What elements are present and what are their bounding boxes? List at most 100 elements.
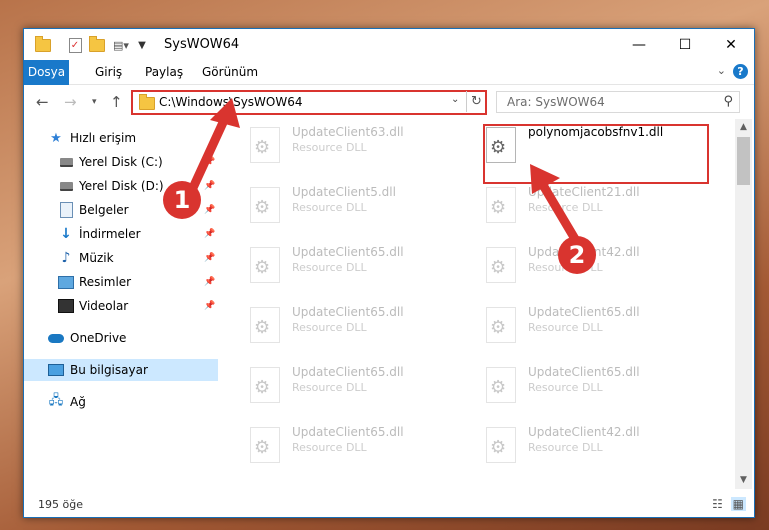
step-badge-1: 1: [163, 181, 201, 219]
disk-icon: [58, 178, 74, 194]
sidebar-item-network[interactable]: 🖧 Ağ: [24, 391, 218, 413]
list-item[interactable]: UpdateClient65.dll Resource DLL: [480, 301, 710, 353]
sidebar-item-label: Belgeler: [79, 203, 129, 217]
sidebar-item-label: Hızlı erişim: [70, 131, 137, 145]
maximize-button[interactable]: ☐: [662, 29, 708, 60]
file-type: Resource DLL: [292, 141, 367, 154]
music-icon: ♪: [61, 250, 71, 266]
sidebar-item-label: Ağ: [70, 395, 86, 409]
forward-arrow-icon[interactable]: →: [64, 93, 77, 111]
sidebar-item-videos[interactable]: Videolar 📌: [24, 295, 218, 317]
folder-icon: [139, 94, 155, 110]
pin-icon[interactable]: 📌: [204, 277, 215, 287]
dll-file-icon: [250, 187, 282, 223]
sidebar-item-label: OneDrive: [70, 331, 127, 345]
scrollbar-thumb[interactable]: [737, 137, 750, 185]
list-item[interactable]: UpdateClient65.dll Resource DLL: [480, 361, 710, 413]
details-view-icon[interactable]: ☷: [712, 497, 723, 511]
sidebar-item-pictures[interactable]: Resimler 📌: [24, 271, 218, 293]
tab-view[interactable]: Görünüm: [196, 60, 264, 84]
tab-home[interactable]: Giriş: [89, 60, 128, 84]
file-type: Resource DLL: [292, 441, 367, 454]
dll-file-icon: [486, 307, 518, 343]
dll-file-icon: [486, 247, 518, 283]
file-type: Resource DLL: [292, 321, 367, 334]
sidebar-item-this-pc[interactable]: Bu bilgisayar: [24, 359, 218, 381]
search-icon[interactable]: ⚲: [723, 94, 733, 109]
list-item[interactable]: UpdateClient65.dll Resource DLL: [244, 241, 474, 293]
file-type: Resource DLL: [528, 441, 603, 454]
help-icon[interactable]: ?: [733, 64, 748, 79]
quick-access-dropdown-icon[interactable]: ▼: [136, 37, 148, 53]
tab-share[interactable]: Paylaş: [139, 60, 189, 84]
dll-file-icon: [486, 427, 518, 463]
pin-icon[interactable]: 📌: [204, 229, 215, 239]
refresh-icon[interactable]: ↻: [466, 91, 486, 112]
scroll-up-icon[interactable]: ▲: [735, 119, 752, 136]
properties-icon[interactable]: ✓: [66, 37, 84, 53]
computer-icon: [48, 362, 64, 378]
file-name: UpdateClient65.dll: [292, 365, 404, 379]
recent-locations-icon[interactable]: ▾: [92, 97, 97, 107]
pin-icon[interactable]: 📌: [204, 253, 215, 263]
folder-icon[interactable]: [34, 35, 52, 53]
status-bar: 195 öğe ☷ ▦: [24, 493, 754, 517]
file-name: UpdateClient65.dll: [528, 305, 640, 319]
dll-file-icon: [250, 367, 282, 403]
list-item[interactable]: UpdateClient65.dll Resource DLL: [244, 361, 474, 413]
minimize-button[interactable]: —: [616, 29, 662, 60]
network-icon: 🖧: [48, 393, 64, 408]
expand-ribbon-icon[interactable]: ⌄: [717, 64, 726, 77]
sidebar-item-label: Resimler: [79, 275, 132, 289]
download-icon: ↓: [60, 226, 72, 242]
file-name: UpdateClient65.dll: [528, 365, 640, 379]
sidebar-item-onedrive[interactable]: OneDrive: [24, 327, 218, 349]
sidebar-item-music[interactable]: ♪ Müzik 📌: [24, 247, 218, 269]
dll-file-icon: [250, 307, 282, 343]
pin-icon[interactable]: 📌: [204, 301, 215, 311]
new-folder-icon[interactable]: [88, 35, 106, 53]
back-arrow-icon[interactable]: ←: [36, 93, 49, 111]
file-type: Resource DLL: [292, 261, 367, 274]
vertical-scrollbar[interactable]: ▲ ▼: [735, 119, 752, 489]
file-name: UpdateClient63.dll: [292, 125, 404, 139]
scroll-down-icon[interactable]: ▼: [735, 472, 752, 489]
dll-file-icon: [486, 367, 518, 403]
dll-file-icon: [250, 427, 282, 463]
customize-icon[interactable]: ▤▾: [110, 37, 132, 53]
list-item[interactable]: UpdateClient63.dll Resource DLL: [244, 121, 474, 173]
file-type: Resource DLL: [292, 201, 367, 214]
list-item[interactable]: UpdateClient5.dll Resource DLL: [244, 181, 474, 233]
list-item[interactable]: UpdateClient65.dll Resource DLL: [244, 421, 474, 473]
file-type: Resource DLL: [528, 381, 603, 394]
navigation-bar: ← → ▾ ↑ C:\Windows\SysWOW64 ⌄ ↻ Ara: Sys…: [24, 85, 754, 117]
sidebar-item-label: Videolar: [79, 299, 129, 313]
large-icons-view-icon[interactable]: ▦: [730, 497, 746, 511]
file-name: UpdateClient5.dll: [292, 185, 396, 199]
sidebar-item-label: Yerel Disk (C:): [79, 155, 163, 169]
close-button[interactable]: ✕: [708, 29, 754, 60]
list-item[interactable]: UpdateClient42.dll Resource DLL: [480, 421, 710, 473]
address-dropdown-icon[interactable]: ⌄: [451, 94, 459, 105]
step-badge-2: 2: [558, 236, 596, 274]
sidebar-item-label: Müzik: [79, 251, 114, 265]
dll-file-icon: [250, 247, 282, 283]
pictures-icon: [58, 274, 74, 290]
file-name: UpdateClient65.dll: [292, 425, 404, 439]
sidebar-item-label: İndirmeler: [79, 227, 141, 241]
sidebar-item-label: Yerel Disk (D:): [79, 179, 164, 193]
star-icon: ★: [50, 130, 62, 146]
title-bar: ✓ ▤▾ ▼ SysWOW64 — ☐ ✕: [24, 29, 754, 60]
up-arrow-icon[interactable]: ↑: [110, 93, 123, 111]
document-icon: [58, 202, 74, 218]
file-type: Resource DLL: [292, 381, 367, 394]
sidebar-item-downloads[interactable]: ↓ İndirmeler 📌: [24, 223, 218, 245]
search-box[interactable]: Ara: SysWOW64 ⚲: [496, 91, 740, 113]
file-name: UpdateClient65.dll: [292, 305, 404, 319]
window-title: SysWOW64: [164, 37, 240, 52]
view-toggle: ☷ ▦: [712, 497, 746, 511]
cloud-icon: [48, 330, 64, 346]
video-icon: [58, 298, 74, 314]
list-item[interactable]: UpdateClient65.dll Resource DLL: [244, 301, 474, 353]
search-placeholder: Ara: SysWOW64: [507, 95, 605, 109]
